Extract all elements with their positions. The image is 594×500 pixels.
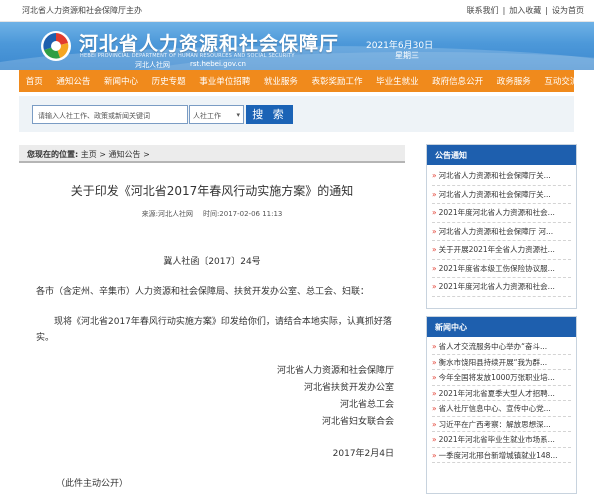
nav-recruitment[interactable]: 事业单位招聘 [192,75,257,87]
list-item[interactable]: » 河北省人力资源和社会保障厅关... [432,167,571,186]
nav-awards[interactable]: 表彰奖励工作 [305,75,370,87]
signature-line: 河北省人力资源和社会保障厅 [276,366,394,376]
set-homepage-link[interactable]: 设为首页 [552,6,584,15]
nav-employment[interactable]: 就业服务 [257,75,305,87]
site-banner: 河北省人力资源和社会保障厅 HEBEI PROVINCIAL DEPARTMEN… [0,22,594,70]
news-list: » 省人才交流服务中心举办“奋斗... » 衡水市饶阳县持续开展“我为群... » 今… [427,337,576,465]
bullet-icon: » [432,373,437,382]
bullet-icon: » [432,208,437,217]
current-weekday: 星期三 [395,51,419,60]
list-item[interactable]: » 一季度河北邢台新增城镇就业148... [432,448,571,463]
site-owner-text: 河北省人力资源和社会保障厅主办 [22,6,142,15]
list-item[interactable]: » 省人社厅信息中心、宣传中心党... [432,401,571,417]
search-button[interactable]: 搜 索 [246,105,293,124]
bullet-icon: » [432,435,437,444]
article-body: 现将《河北省2017年春风行动实施方案》印发给你们，请结合本地实际，认真抓好落实… [36,317,392,343]
bullet-icon: » [432,404,437,413]
article-recipients: 各市（含定州、辛集市）人力资源和社会保障局、扶贫开发办公室、总工会、妇联： [36,287,370,297]
news-panel-title[interactable]: 新闻中心 [427,317,576,337]
document-number: 冀人社函〔2017〕24号 [163,257,261,267]
list-item[interactable]: » 2021年度河北省人力资源和社会... [432,204,571,223]
disclosure-note: （此件主动公开） [56,479,129,489]
list-item[interactable]: » 省人才交流服务中心举办“奋斗... [432,339,571,355]
nav-history-topics[interactable]: 历史专题 [145,75,193,87]
main-nav: 首页 通知公告 新闻中心 历史专题 事业单位招聘 就业服务 表彰奖励工作 毕业生… [19,70,578,92]
list-item[interactable]: » 今年全国将发放1000万张职业培... [432,370,571,386]
search-category-select[interactable]: 人社工作 ▾ [189,105,244,124]
bullet-icon: » [432,342,437,351]
nav-news[interactable]: 新闻中心 [97,75,145,87]
article-source: 来源:河北人社网 [141,210,193,218]
bullet-icon: » [432,263,437,273]
bullet-icon: » [432,450,437,460]
list-item[interactable]: » 关于开展2021年全省人力资源社... [432,241,571,260]
bullet-icon: » [432,419,437,429]
list-item[interactable]: » 2021年河北省毕业生就业市场系... [432,432,571,448]
nav-interaction[interactable]: 互动交流 [538,75,586,87]
nav-notices[interactable]: 通知公告 [50,75,98,87]
bullet-icon: » [432,357,437,367]
bullet-icon: » [432,245,437,254]
top-links: 联系我们 | 加入收藏 | 设为首页 [465,5,586,16]
list-item[interactable]: » 2021年河北省夏季大型人才招聘... [432,386,571,401]
breadcrumb-label: 您现在的位置: [27,150,79,159]
site-subname: 河北人社网 [135,61,170,69]
site-english-title: HEBEI PROVINCIAL DEPARTMENT OF HUMAN RES… [80,53,295,59]
add-favorite-link[interactable]: 加入收藏 [509,6,541,15]
notice-panel: 公告通知 » 河北省人力资源和社会保障厅关... » 河北省人力资源和社会保障厅关.… [426,144,577,309]
bullet-icon: » [432,189,437,199]
article-meta: 来源:河北人社网 时间:2017-02-06 11:13 [19,209,405,219]
department-logo-icon[interactable] [40,30,72,62]
notice-panel-title[interactable]: 公告通知 [427,145,576,165]
site-url: rst.hebei.gov.cn [190,60,246,68]
signature-line: 河北省扶贫开发办公室 [303,383,394,393]
list-item[interactable]: » 河北省人力资源和社会保障厅关... [432,186,571,204]
nav-gov-info[interactable]: 政府信息公开 [425,75,490,87]
signature-line: 河北省总工会 [339,400,394,410]
bullet-icon: » [432,388,437,398]
document-date: 2017年2月4日 [332,449,394,459]
list-item[interactable]: » 2021年度河北省人力资源和社会... [432,278,571,297]
search-input[interactable]: 请输入人社工作、政策或新闻关键词 [32,105,188,124]
list-item[interactable]: » 河北省人力资源和社会保障厅 河... [432,223,571,241]
chevron-down-icon: ▾ [236,111,240,119]
site-title: 河北省人力资源和社会保障厅 [79,33,340,55]
breadcrumb-path[interactable]: 主页 > 通知公告 > [81,150,150,159]
list-item[interactable]: » 2021年度省本级工伤保险协议服... [432,260,571,278]
search-bar: 请输入人社工作、政策或新闻关键词 人社工作 ▾ 搜 索 [19,96,574,132]
nav-home[interactable]: 首页 [19,75,50,87]
bullet-icon: » [432,171,437,180]
notice-list: » 河北省人力资源和社会保障厅关... » 河北省人力资源和社会保障厅关... » 2… [427,165,576,299]
bullet-icon: » [432,282,437,291]
signature-line: 河北省妇女联合会 [321,417,394,427]
article-time: 时间:2017-02-06 11:13 [202,210,283,218]
news-panel: 新闻中心 » 省人才交流服务中心举办“奋斗... » 衡水市饶阳县持续开展“我为群.… [426,316,577,494]
nav-graduates[interactable]: 毕业生就业 [369,75,425,87]
contact-us-link[interactable]: 联系我们 [467,6,499,15]
separator: | [502,6,506,15]
bullet-icon: » [432,226,437,236]
nav-gov-services[interactable]: 政务服务 [490,75,538,87]
top-bar: 河北省人力资源和社会保障厅主办 联系我们 | 加入收藏 | 设为首页 [0,0,594,22]
article-title: 关于印发《河北省2017年春风行动实施方案》的通知 [70,184,354,198]
search-category-value: 人社工作 [193,112,221,120]
separator: | [545,6,548,15]
list-item[interactable]: » 衡水市饶阳县持续开展“我为群... [432,355,571,370]
list-item[interactable]: » 习近平在广西考察：解放思想深... [432,417,571,432]
breadcrumb: 您现在的位置: 主页 > 通知公告 > [19,145,405,163]
